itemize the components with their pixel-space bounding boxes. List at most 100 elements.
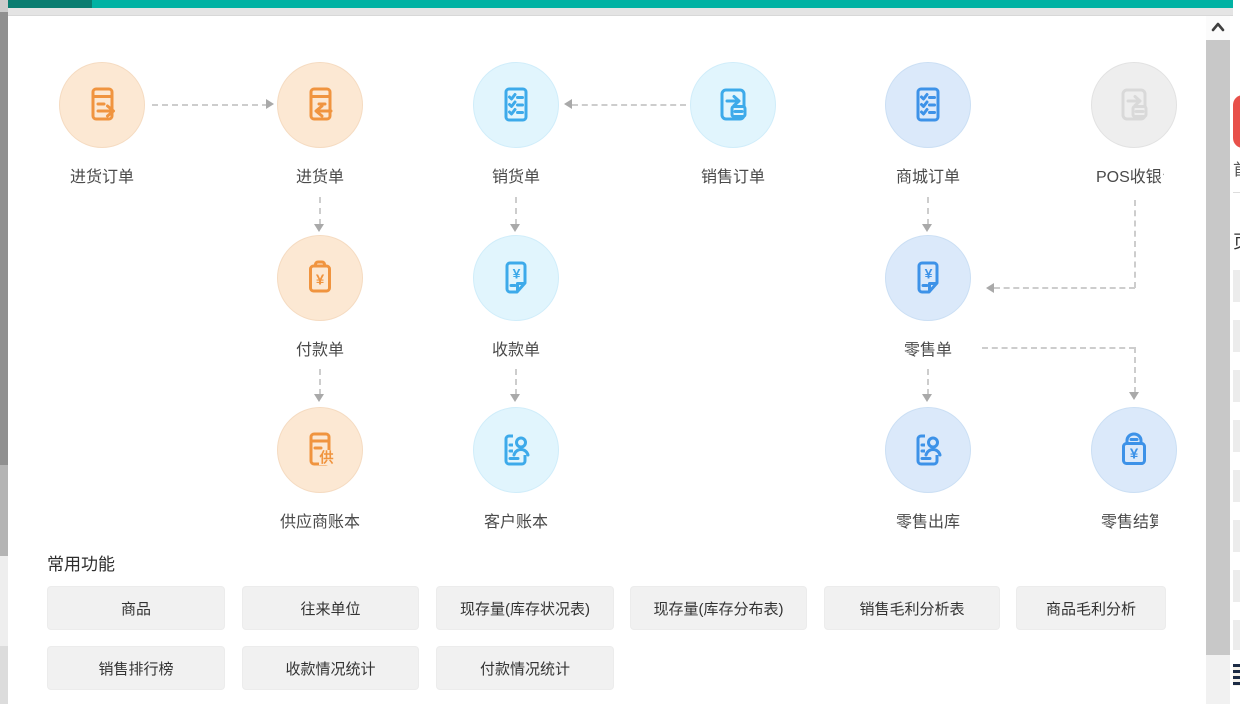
svg-text:¥: ¥ [925,266,933,282]
doc-transfer-icon [709,81,757,129]
arrowhead-right [266,99,274,109]
flow-node-sales-receipt[interactable] [473,62,559,148]
common-function-button-5[interactable]: 商品毛利分析 [1016,586,1166,630]
paper-yen-icon: ¥ [492,254,540,302]
common-function-button-2[interactable]: 现存量(库存状况表) [436,586,614,630]
flow-node-purchase-order[interactable] [59,62,145,148]
flow-node-label-retail-outbound: 零售出库 [848,513,1008,533]
person-doc-icon [904,426,952,474]
left-scrollbar-track-top [0,0,8,12]
retail-receipt-circle[interactable]: ¥ [885,235,971,321]
flow-node-label-retail-receipt: 零售单 [848,341,1008,361]
connector-receipt-customerledger [515,369,517,395]
customer-ledger-circle[interactable] [473,407,559,493]
flow-node-payment-voucher[interactable]: ¥ [277,235,363,321]
mall-order-circle[interactable] [885,62,971,148]
red-badge-fragment [1233,95,1240,148]
connector-salesreceipt-receipt [515,197,517,225]
flow-node-label-supplier-ledger: 供应商账本 [240,513,400,533]
supplier-ledger-circle[interactable]: 供 [277,407,363,493]
common-function-button-8[interactable]: 付款情况统计 [436,646,614,690]
flow-node-sales-order[interactable] [690,62,776,148]
purchase-receipt-circle[interactable] [277,62,363,148]
scroll-up-button[interactable] [1206,16,1230,40]
left-scrollbar-thumb[interactable] [0,12,8,465]
flow-node-receipt-voucher[interactable]: ¥ [473,235,559,321]
edge-divider [1233,192,1240,193]
svg-text:供: 供 [319,450,334,466]
arrowhead-left [986,283,994,293]
pos-checkout-circle[interactable] [1091,62,1177,148]
checklist-icon [904,81,952,129]
svg-text:¥: ¥ [316,272,325,289]
edge-glyph-fragment [1233,664,1240,686]
sales-receipt-circle[interactable] [473,62,559,148]
arrowhead-left [564,99,572,109]
common-function-button-1[interactable]: 往来单位 [242,586,419,630]
retail-settlement-circle[interactable]: ¥ [1091,407,1177,493]
connector-purchasereceipt-payment [319,197,321,225]
flow-node-label-sales-receipt: 销货单 [436,168,596,188]
common-function-button-4[interactable]: 销售毛利分析表 [824,586,1000,630]
connector-retailreceipt-settlement-vertical [1134,347,1136,393]
flow-node-pos-checkout[interactable] [1091,62,1177,148]
background-page-sliver: 首 页 [1233,0,1240,704]
doc-transfer-icon [1110,81,1158,129]
payment-voucher-circle[interactable]: ¥ [277,235,363,321]
connector-retailreceipt-outbound [927,369,929,395]
flow-node-label-retail-settlement: 零售结算 [1101,513,1158,533]
connector-mallorder-retailreceipt [927,197,929,225]
arrowhead-down [510,394,520,402]
top-teal-bar-dark-segment [8,0,92,8]
connector-pos-retailreceipt-vertical [1134,200,1136,288]
flow-node-purchase-receipt[interactable] [277,62,363,148]
clipboard-yen-icon: ¥ [296,254,344,302]
top-teal-bar [8,0,1240,8]
person-doc-icon [492,426,540,474]
flow-node-customer-ledger[interactable] [473,407,559,493]
flow-node-label-purchase-order: 进货订单 [22,168,182,188]
sales-order-circle[interactable] [690,62,776,148]
connector-purchaseorder-purchasereceipt [152,104,268,106]
left-edge-scrollbar[interactable] [0,0,8,704]
doc-arrow-left-icon [296,81,344,129]
flow-node-retail-receipt[interactable]: ¥ [885,235,971,321]
common-function-button-6[interactable]: 销售排行榜 [47,646,225,690]
retail-outbound-circle[interactable] [885,407,971,493]
flow-node-label-receipt-voucher: 收款单 [436,341,596,361]
arrowhead-down [510,224,520,232]
connector-payment-supplierledger [319,369,321,395]
till-yen-icon: ¥ [1110,426,1158,474]
ledger-gong-icon: 供 [296,426,344,474]
common-function-button-3[interactable]: 现存量(库存分布表) [630,586,807,630]
paper-yen-icon: ¥ [904,254,952,302]
vertical-scrollbar[interactable] [1206,16,1230,704]
chevron-up-icon [1211,19,1225,37]
flow-node-mall-order[interactable] [885,62,971,148]
flow-node-label-sales-order: 销售订单 [653,168,813,188]
arrowhead-down [922,224,932,232]
connector-pos-retailreceipt-horizontal [994,287,1135,289]
left-scrollbar-track-mid [0,465,8,556]
common-function-button-0[interactable]: 商品 [47,586,225,630]
flow-node-label-pos-checkout: POS收银台 [1096,168,1164,188]
connector-salesorder-salesreceipt [572,104,686,106]
common-function-button-7[interactable]: 收款情况统计 [242,646,419,690]
left-scrollbar-track-light [0,556,8,646]
panel-top-strip [8,8,1233,16]
arrowhead-down [314,394,324,402]
scrollbar-thumb[interactable] [1206,40,1230,655]
purchase-order-circle[interactable] [59,62,145,148]
flow-node-label-purchase-receipt: 进货单 [240,168,400,188]
receipt-voucher-circle[interactable]: ¥ [473,235,559,321]
flow-node-retail-settlement[interactable]: ¥ [1091,407,1177,493]
edge-text-fragment-2: 页 [1233,228,1240,254]
svg-text:¥: ¥ [513,266,521,282]
arrowhead-down [922,394,932,402]
arrowhead-down [1129,392,1139,400]
flow-node-supplier-ledger[interactable]: 供 [277,407,363,493]
checklist-icon [492,81,540,129]
flow-node-retail-outbound[interactable] [885,407,971,493]
doc-arrow-right-icon [78,81,126,129]
edge-text-fragment-1: 首 [1233,156,1240,180]
